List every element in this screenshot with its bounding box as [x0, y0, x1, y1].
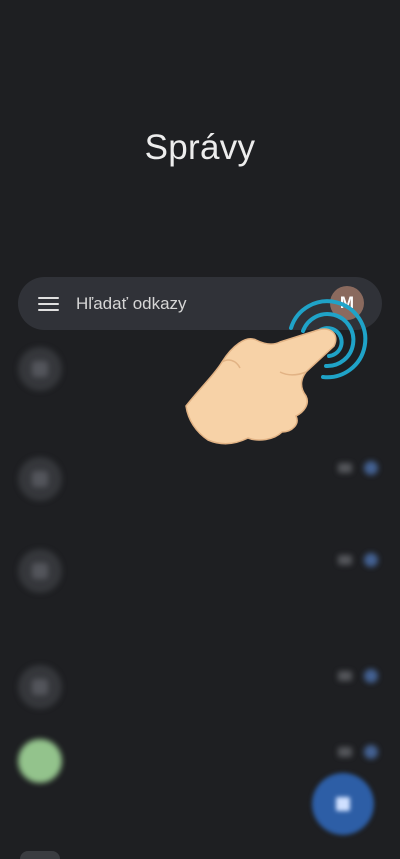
- unread-indicator: [364, 553, 378, 567]
- timestamp: [338, 671, 352, 681]
- timestamp: [338, 463, 352, 473]
- timestamp: [338, 555, 352, 565]
- unread-indicator: [364, 461, 378, 475]
- bottom-bar: [20, 851, 60, 859]
- compose-fab-button[interactable]: [312, 773, 374, 835]
- contact-avatar: [18, 347, 62, 391]
- contact-avatar: [18, 665, 62, 709]
- hand-shape: [185, 328, 337, 445]
- account-avatar[interactable]: M: [330, 286, 364, 320]
- hamburger-menu-icon[interactable]: [38, 296, 60, 312]
- page-title: Správy: [144, 128, 256, 167]
- contact-avatar: [18, 739, 62, 783]
- timestamp: [338, 747, 352, 757]
- contact-avatar: [18, 457, 62, 501]
- unread-indicator: [364, 745, 378, 759]
- search-placeholder[interactable]: Hľadať odkazy: [76, 294, 187, 314]
- unread-indicator: [364, 669, 378, 683]
- contact-avatar: [18, 549, 62, 593]
- search-bar[interactable]: Hľadať odkazy M: [18, 277, 382, 330]
